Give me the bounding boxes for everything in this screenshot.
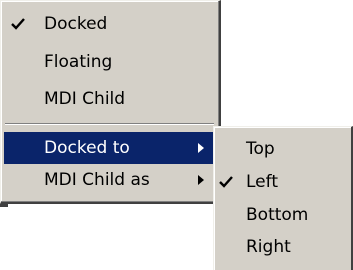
menu-item-floating[interactable]: Floating [4,46,217,78]
menu-item-label: Top [246,139,275,159]
check-icon [9,8,27,40]
menu-item-label: MDI Child [44,89,126,109]
menu-separator [5,123,214,125]
menu-item-mdi-child[interactable]: MDI Child [4,83,217,115]
menu-item-docked-to[interactable]: Docked to [4,132,217,164]
submenu-arrow-icon [198,175,204,185]
window-edge [0,204,8,207]
menu-item-left[interactable]: Left [217,166,350,198]
menu-item-bottom[interactable]: Bottom [217,199,350,231]
menu-item-docked[interactable]: Docked [4,8,217,40]
menu-item-label: MDI Child as [44,170,150,190]
menu-item-mdi-child-as[interactable]: MDI Child as [4,164,217,196]
menu-item-label: Right [246,237,291,257]
menu-item-label: Floating [44,52,113,72]
docked-to-submenu: Top Left Bottom Right [213,126,353,270]
menu-item-right[interactable]: Right [217,231,350,263]
menu-item-label: Docked to [44,138,130,158]
menu-item-label: Docked [44,14,108,34]
submenu-arrow-icon [198,143,204,153]
context-menu: Docked Floating MDI Child Docked to MDI … [0,0,221,204]
menu-item-top[interactable]: Top [217,133,350,165]
menu-item-label: Left [246,172,278,192]
menu-item-label: Bottom [246,205,309,225]
check-icon [217,166,235,198]
